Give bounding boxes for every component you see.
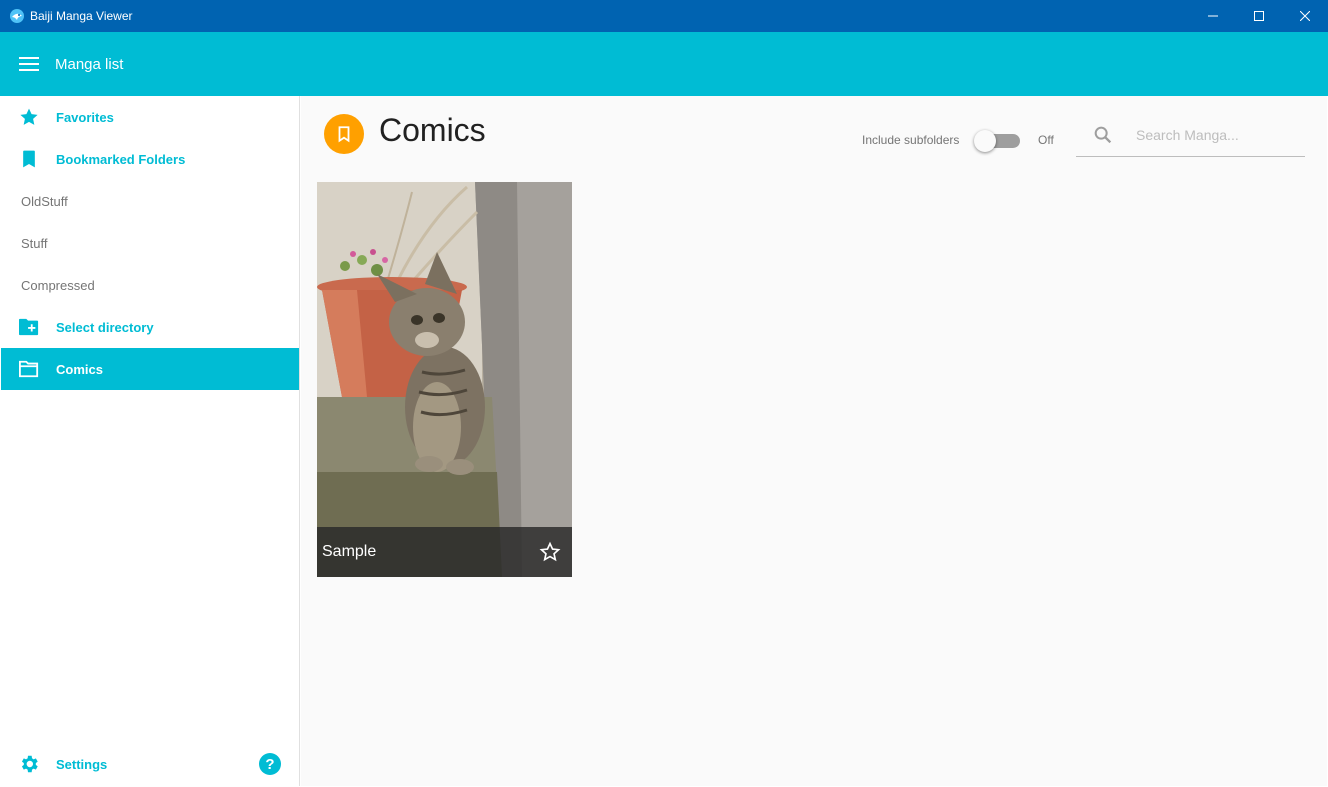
folder-icon [18,358,40,380]
manga-card-footer: Sample [317,527,572,577]
sidebar-item-label: Comics [56,361,103,377]
minimize-icon [1208,15,1218,17]
manga-title: Sample [322,543,377,560]
sidebar-item-label: Favorites [56,109,114,125]
minimize-button[interactable] [1190,0,1236,32]
close-button[interactable] [1282,0,1328,32]
folder-add-icon [18,316,40,338]
sidebar-item-stuff[interactable]: Stuff [1,222,299,264]
gear-icon[interactable] [18,753,40,775]
window-title: Baiji Manga Viewer [30,9,133,23]
window-titlebar: Baiji Manga Viewer [0,0,1328,32]
bookmark-icon [338,126,350,143]
app-bar: Manga list [0,32,1328,96]
sidebar-item-label: OldStuff [21,193,68,209]
app-bar-title: Manga list [55,55,124,73]
main-content: Comics Include subfolders Off Search Man… [301,96,1327,786]
maximize-icon [1254,11,1264,21]
bookmark-icon [18,148,40,170]
sidebar-item-label: Compressed [21,277,95,293]
page-title: Comics [379,112,486,148]
toggle-state-label: Off [1038,133,1054,147]
close-icon [1300,11,1310,21]
search-box [1076,118,1305,157]
sidebar-item-oldstuff[interactable]: OldStuff [1,180,299,222]
sidebar-item-comics[interactable]: Comics [1,348,299,390]
help-button[interactable]: ? [259,753,281,775]
menu-icon[interactable] [19,57,39,71]
manga-cover-image [317,182,572,577]
folder-badge [324,114,364,154]
window-controls [1190,0,1328,32]
star-icon [18,106,40,128]
sidebar-item-bookmarked-folders[interactable]: Bookmarked Folders [1,138,299,180]
sidebar-footer: Settings ? [1,742,299,786]
settings-button[interactable]: Settings [56,757,107,772]
sidebar: Favorites Bookmarked Folders OldStuff St… [1,96,300,786]
search-input[interactable] [1136,123,1301,147]
include-subfolders-toggle[interactable] [974,130,1020,152]
sidebar-item-label: Bookmarked Folders [56,151,186,167]
sidebar-item-label: Select directory [56,319,154,335]
sidebar-item-favorites[interactable]: Favorites [1,96,299,138]
maximize-button[interactable] [1236,0,1282,32]
star-outline-icon[interactable] [539,541,561,563]
include-subfolders-label: Include subfolders [862,133,960,147]
manga-card[interactable]: Sample [317,182,572,577]
sidebar-item-compressed[interactable]: Compressed [1,264,299,306]
app-logo-icon [9,8,25,24]
search-icon [1094,126,1112,144]
sidebar-item-label: Stuff [21,235,48,251]
sidebar-item-select-directory[interactable]: Select directory [1,306,299,348]
